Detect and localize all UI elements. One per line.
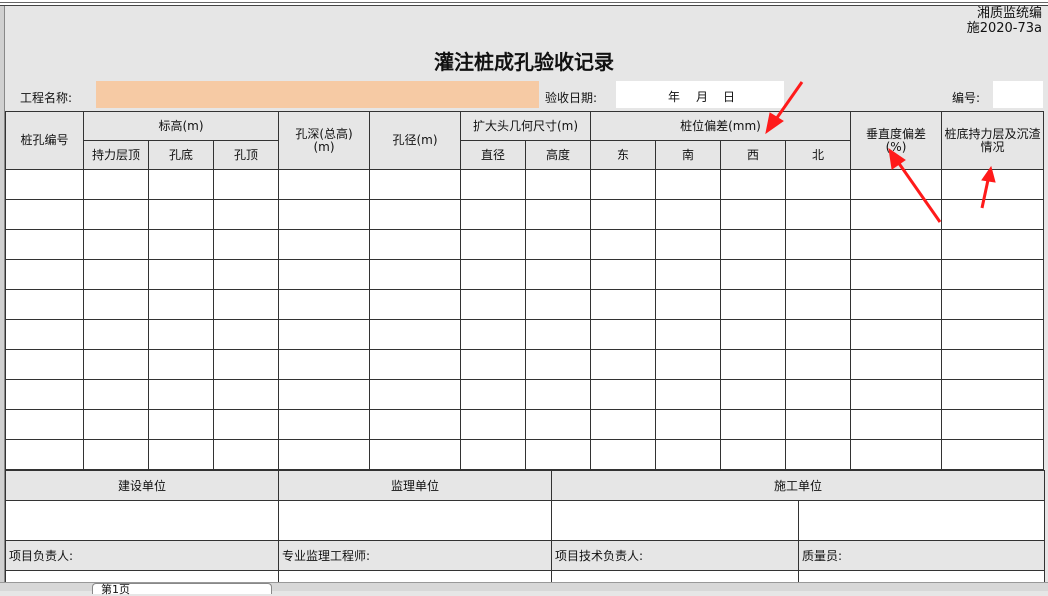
arrow-annotation-head (981, 165, 996, 183)
arrow-annotation (896, 161, 942, 223)
arrow-annotation (772, 81, 804, 123)
arrow-annotation (980, 179, 990, 209)
annotation-arrows (765, 81, 996, 223)
arrow-annotation-head (765, 112, 784, 135)
